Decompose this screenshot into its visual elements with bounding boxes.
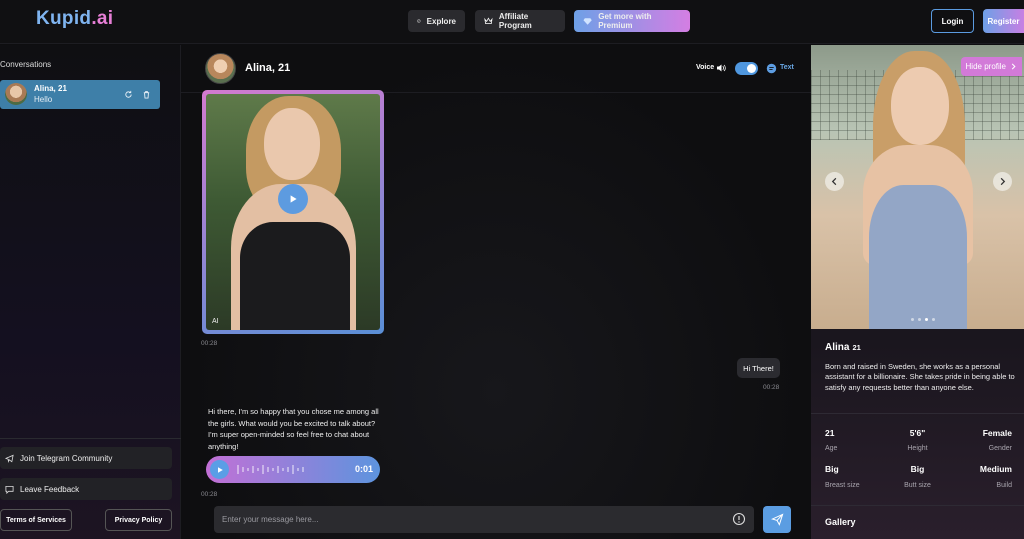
gallery-heading[interactable]: Gallery	[825, 517, 856, 527]
feedback-label: Leave Feedback	[20, 484, 80, 494]
video-play-button[interactable]	[278, 184, 308, 214]
stat-build-value: Medium	[979, 464, 1012, 474]
leave-feedback-button[interactable]: Leave Feedback	[0, 478, 172, 500]
profile-name-text: Alina	[825, 342, 850, 353]
explore-button[interactable]: Explore	[408, 10, 465, 32]
crown-icon	[484, 17, 493, 25]
ai-message-text: Hi there, I'm so happy that you chose me…	[208, 407, 379, 451]
carousel-dot-active[interactable]	[925, 318, 928, 321]
privacy-label: Privacy Policy	[114, 516, 163, 524]
message-image: AI	[206, 94, 380, 330]
user-message-bubble: Hi There!	[737, 358, 780, 378]
chat-title: Alina, 21	[245, 62, 291, 74]
chevron-right-icon	[1000, 177, 1006, 186]
register-label: Register	[987, 16, 1020, 26]
user-message-text: Hi There!	[743, 363, 774, 373]
chat-panel: Alina, 21 Voice Text AI 00:28 Hi There! …	[181, 45, 811, 539]
send-icon	[770, 513, 783, 526]
waveform-icon	[237, 465, 304, 474]
voice-toggle[interactable]	[735, 62, 758, 75]
ai-badge: AI	[212, 318, 219, 325]
diamond-icon	[583, 18, 592, 25]
chevron-left-icon	[831, 177, 837, 186]
chat-header: Alina, 21 Voice Text	[181, 45, 811, 93]
profile-divider	[811, 413, 1024, 414]
hide-profile-button[interactable]: Hide profile	[960, 57, 1022, 76]
premium-label: Get more with Premium	[598, 12, 652, 30]
hide-profile-label: Hide profile	[965, 62, 1006, 71]
refresh-icon[interactable]	[124, 90, 133, 99]
message-timestamp: 00:28	[201, 491, 218, 498]
conversation-name: Alina, 21	[34, 84, 67, 93]
message-timestamp: 00:28	[763, 384, 780, 391]
terms-of-services-link[interactable]: Terms of Services	[0, 509, 72, 531]
voice-label: Voice	[696, 64, 715, 71]
terms-label: Terms of Services	[6, 516, 66, 524]
chat-avatar[interactable]	[205, 53, 236, 84]
play-icon	[217, 466, 223, 473]
play-icon	[290, 195, 297, 203]
next-photo-button[interactable]	[993, 172, 1012, 191]
chevron-right-icon	[1011, 63, 1016, 70]
premium-button[interactable]: Get more with Premium	[574, 10, 690, 32]
text-message-icon	[766, 63, 777, 74]
text-label[interactable]: Text	[780, 64, 794, 71]
logo-text: Kupid	[36, 8, 92, 29]
message-timestamp: 00:28	[201, 340, 218, 347]
send-button[interactable]	[763, 506, 791, 533]
message-input-bar	[214, 506, 754, 533]
message-input[interactable]	[222, 512, 712, 527]
profile-age: 21	[852, 343, 861, 352]
photo-dress	[869, 185, 967, 329]
image-message[interactable]: AI	[202, 90, 384, 334]
login-label: Login	[941, 16, 964, 26]
carousel-dot[interactable]	[932, 318, 935, 321]
conversation-item[interactable]: Alina, 21 Hello	[0, 80, 160, 109]
explore-label: Explore	[426, 16, 456, 26]
telegram-icon	[5, 454, 14, 463]
conversations-title: Conversations	[0, 60, 52, 69]
speaker-icon	[717, 64, 726, 72]
profile-bio: Born and raised in Sweden, she works as …	[825, 362, 1015, 392]
chat-bubble-icon	[5, 485, 14, 494]
logo-suffix: .ai	[91, 8, 114, 29]
privacy-policy-link[interactable]: Privacy Policy	[105, 509, 172, 531]
info-icon[interactable]	[732, 512, 746, 526]
affiliate-label: Affiliate Program	[498, 12, 532, 30]
login-button[interactable]: Login	[931, 9, 974, 33]
carousel-dot[interactable]	[918, 318, 921, 321]
join-telegram-button[interactable]: Join Telegram Community	[0, 447, 172, 469]
conversation-last-message: Hello	[34, 95, 53, 104]
profile-divider	[811, 505, 1024, 506]
profile-photo: Hide profile	[811, 45, 1024, 329]
register-button[interactable]: Register	[983, 9, 1024, 33]
affiliate-program-button[interactable]: Affiliate Program	[475, 10, 565, 32]
image-dress	[240, 222, 350, 330]
stat-build-label: Build	[996, 482, 1012, 489]
audio-play-button[interactable]	[210, 460, 229, 479]
photo-face	[891, 67, 949, 145]
profile-name: Alina 21	[825, 342, 861, 353]
logo[interactable]: Kupid.ai	[36, 8, 113, 30]
image-face	[264, 108, 320, 180]
telegram-label: Join Telegram Community	[20, 453, 113, 463]
sidebar-divider	[0, 438, 181, 439]
audio-duration: 0:01	[354, 464, 373, 474]
stat-gender-label: Gender	[988, 445, 1012, 452]
top-header: Kupid.ai Explore Affiliate Program Get m…	[0, 0, 1024, 44]
profile-panel: Hide profile Alina 21 Born and raised in …	[811, 45, 1024, 539]
carousel-dot[interactable]	[911, 318, 914, 321]
stat-butt-label: Butt size	[904, 482, 931, 489]
trash-icon[interactable]	[142, 90, 151, 99]
carousel-dots	[911, 318, 935, 321]
avatar	[5, 83, 27, 105]
audio-message-player[interactable]: 0:01	[206, 456, 380, 483]
compass-icon	[417, 19, 421, 23]
conversations-sidebar: Conversations Alina, 21 Hello Join Teleg…	[0, 45, 181, 539]
stat-gender-value: Female	[982, 428, 1012, 438]
app-root: Kupid.ai Explore Affiliate Program Get m…	[0, 0, 1024, 539]
previous-photo-button[interactable]	[825, 172, 844, 191]
